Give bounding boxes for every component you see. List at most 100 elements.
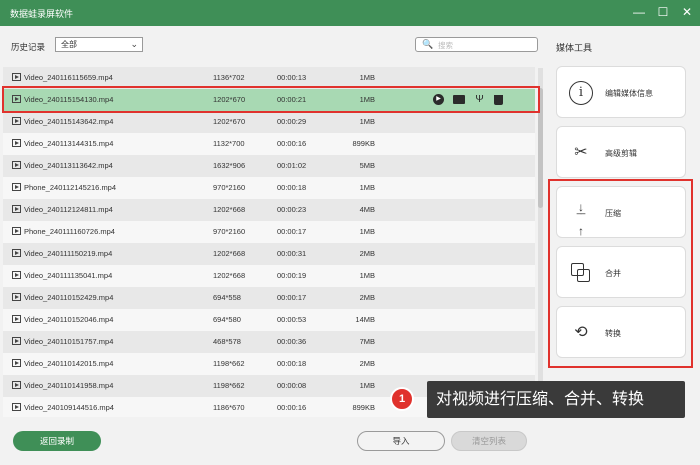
history-filter-select[interactable]: 全部 ⌄ <box>55 37 143 52</box>
file-size: 1MB <box>359 73 375 82</box>
table-row[interactable]: Video_240113144315.mp4 1132*700 00:00:16 89… <box>3 133 535 155</box>
file-size: 1MB <box>359 381 375 390</box>
file-size: 1MB <box>359 227 375 236</box>
file-duration: 00:00:17 <box>277 293 307 302</box>
title-bar: 数据蛙录屏软件 — ☐ ✕ <box>0 0 700 26</box>
tool-convert[interactable]: ⟲ 转换 <box>556 306 686 358</box>
tool-edit-media-info[interactable]: i 编辑媒体信息 <box>556 66 686 118</box>
file-duration: 00:00:29 <box>277 117 307 126</box>
file-resolution: 970*2160 <box>213 227 246 236</box>
file-name: Video_240110151757.mp4 <box>24 337 114 346</box>
tool-label: 压缩 <box>605 209 621 218</box>
file-resolution: 1202*670 <box>213 117 246 126</box>
table-row[interactable]: Video_240113113642.mp4 1632*906 00:01:02 5M… <box>3 155 535 177</box>
annotation-badge: 1 <box>390 387 414 411</box>
file-duration: 00:00:17 <box>277 227 307 236</box>
video-file-icon <box>12 73 21 81</box>
tool-advanced-clip[interactable]: ✂ 高级剪辑 <box>556 126 686 178</box>
video-file-icon <box>12 139 21 147</box>
table-row[interactable]: Phone_240111160726.mp4 970*2160 00:00:17 1M… <box>3 221 535 243</box>
back-to-record-button[interactable]: 返回录制 <box>13 431 101 451</box>
file-resolution: 1198*662 <box>213 381 245 390</box>
tool-label: 编辑媒体信息 <box>605 89 653 98</box>
file-name: Video_240110152046.mp4 <box>24 315 114 324</box>
minimize-icon[interactable]: — <box>632 5 646 19</box>
file-size: 2MB <box>359 293 375 302</box>
table-row[interactable]: Video_240110151757.mp4 468*578 00:00:36 7MB <box>3 331 535 353</box>
file-list: Video_240116115659.mp4 1136*702 00:00:13 1M… <box>3 67 535 417</box>
table-row[interactable]: Video_240111135041.mp4 1202*668 00:00:19 1M… <box>3 265 535 287</box>
file-name: Video_240111150219.mp4 <box>24 249 113 258</box>
selected-row-highlight <box>2 86 540 113</box>
file-resolution: 694*580 <box>213 315 241 324</box>
file-duration: 00:00:53 <box>277 315 307 324</box>
file-size: 2MB <box>359 359 375 368</box>
file-size: 1MB <box>359 183 375 192</box>
file-size: 4MB <box>359 205 375 214</box>
table-row[interactable]: Video_240112124811.mp4 1202*668 00:00:23 4M… <box>3 199 535 221</box>
file-resolution: 1202*668 <box>213 249 246 258</box>
file-list-scrollbar[interactable] <box>538 68 543 413</box>
video-file-icon <box>12 337 21 345</box>
file-name: Phone_240112145216.mp4 <box>24 183 117 192</box>
file-name: Video_240110142015.mp4 <box>24 359 114 368</box>
tool-label: 高级剪辑 <box>605 149 637 158</box>
search-input[interactable]: 🔍 搜索 <box>415 37 538 52</box>
file-resolution: 1202*668 <box>213 205 246 214</box>
file-duration: 00:00:19 <box>277 271 307 280</box>
file-size: 899KB <box>352 139 375 148</box>
close-icon[interactable]: ✕ <box>680 5 694 19</box>
file-duration: 00:00:31 <box>277 249 307 258</box>
file-size: 1MB <box>359 271 375 280</box>
info-icon: i <box>569 81 593 105</box>
table-row[interactable]: Video_240110142015.mp4 1198*662 00:00:18 2M… <box>3 353 535 375</box>
file-name: Phone_240111160726.mp4 <box>24 227 115 236</box>
video-file-icon <box>12 161 21 169</box>
table-row[interactable]: Video_240115143642.mp4 1202*670 00:00:29 1M… <box>3 111 535 133</box>
convert-icon: ⟲ <box>574 324 588 341</box>
import-button[interactable]: 导入 <box>357 431 445 451</box>
file-name: Video_240116115659.mp4 <box>24 73 113 82</box>
clear-list-button[interactable]: 清空列表 <box>451 431 527 451</box>
file-size: 5MB <box>359 161 375 170</box>
table-row[interactable]: Video_240110152429.mp4 694*558 00:00:17 2MB <box>3 287 535 309</box>
video-file-icon <box>12 315 21 323</box>
tool-merge[interactable]: 合并 <box>556 246 686 298</box>
file-duration: 00:01:02 <box>277 161 307 170</box>
tool-compress[interactable]: ↓ ‾‾ ↑ 压缩 <box>556 186 686 238</box>
table-row[interactable]: Phone_240112145216.mp4 970*2160 00:00:18 1M… <box>3 177 535 199</box>
tool-label: 合并 <box>605 269 621 278</box>
file-duration: 00:00:13 <box>277 73 307 82</box>
scissors-icon: ✂ <box>574 144 588 161</box>
file-duration: 00:00:18 <box>277 359 307 368</box>
file-name: Video_240110141958.mp4 <box>24 381 114 390</box>
window-controls: — ☐ ✕ <box>632 5 694 19</box>
file-resolution: 1202*668 <box>213 271 246 280</box>
chevron-down-icon: ⌄ <box>130 39 138 49</box>
merge-icon <box>569 261 593 285</box>
file-size: 2MB <box>359 249 375 258</box>
file-name: Video_240113113642.mp4 <box>24 161 113 170</box>
file-name: Video_240110152429.mp4 <box>24 293 114 302</box>
file-size: 7MB <box>359 337 375 346</box>
file-duration: 00:00:23 <box>277 205 307 214</box>
file-name: Video_240112124811.mp4 <box>24 205 113 214</box>
table-row[interactable]: Video_240111150219.mp4 1202*668 00:00:31 2M… <box>3 243 535 265</box>
file-name: Video_240113144315.mp4 <box>24 139 114 148</box>
video-file-icon <box>12 359 21 367</box>
table-row[interactable]: Video_240110152046.mp4 694*580 00:00:53 14M… <box>3 309 535 331</box>
window-title: 数据蛙录屏软件 <box>10 8 74 19</box>
annotation-callout: 对视频进行压缩、合并、转换 <box>427 381 685 418</box>
history-filter-value: 全部 <box>61 40 77 49</box>
video-file-icon <box>12 271 21 279</box>
file-duration: 00:00:18 <box>277 183 307 192</box>
video-file-icon <box>12 183 21 191</box>
video-file-icon <box>12 227 21 235</box>
file-resolution: 970*2160 <box>213 183 246 192</box>
file-size: 899KB <box>352 403 375 412</box>
maximize-icon[interactable]: ☐ <box>656 5 670 19</box>
file-resolution: 1198*662 <box>213 359 245 368</box>
file-name: Video_240111135041.mp4 <box>24 271 113 280</box>
video-file-icon <box>12 117 21 125</box>
file-resolution: 1632*906 <box>213 161 246 170</box>
